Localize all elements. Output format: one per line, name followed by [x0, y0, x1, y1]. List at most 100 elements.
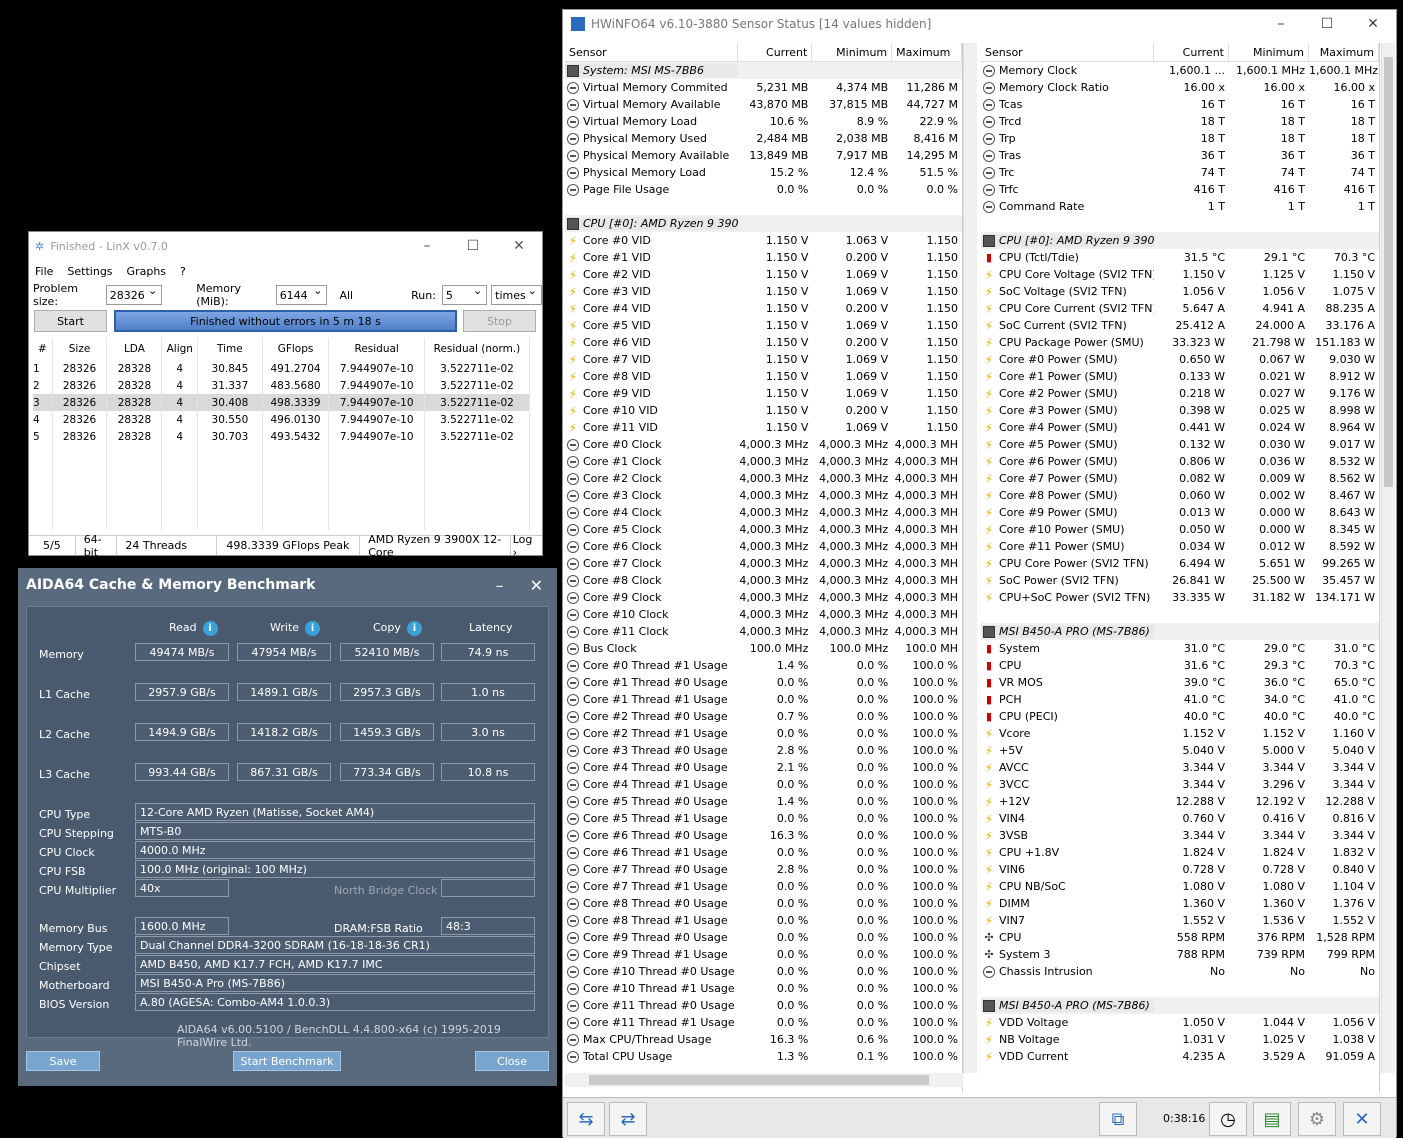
maximize-icon[interactable]: ☐ — [450, 238, 496, 254]
sensor-row[interactable]: ⚡ Core #6 VID 1.150 V 0.200 V 1.150 — [565, 334, 962, 351]
sensor-row[interactable]: Core #1 Thread #1 Usage 0.0 % 0.0 % 100.0 % — [565, 691, 962, 708]
sensor-row[interactable]: Core #10 Clock 4,000.3 MHz 4,000.3 MHz 4,00… — [565, 606, 962, 623]
sensor-row[interactable]: ⚡ CPU Core Power (SVI2 TFN) 6.494 W 5.651 W… — [981, 555, 1379, 572]
sensor-row[interactable]: ⚡ +5V 5.040 V 5.000 V 5.040 V — [981, 742, 1379, 759]
col-maximum[interactable]: Maximum — [1309, 43, 1379, 61]
sensor-row[interactable]: ⚡ Core #4 Power (SMU) 0.441 W 0.024 W 8.964 … — [981, 419, 1379, 436]
sensor-row[interactable]: ⚡ CPU NB/SoC 1.080 V 1.080 V 1.104 V — [981, 878, 1379, 895]
menu-help[interactable]: ? — [180, 265, 186, 278]
sensor-row[interactable]: Core #0 Thread #1 Usage 1.4 % 0.0 % 100.0 % — [565, 657, 962, 674]
sensor-row[interactable]: ⚡ NB Voltage 1.031 V 1.025 V 1.038 V — [981, 1031, 1379, 1048]
sensor-row[interactable]: ⚡ CPU Package Power (SMU) 33.323 W 21.798 W… — [981, 334, 1379, 351]
log-button[interactable]: Log › — [511, 533, 542, 559]
nav-left-right-icon[interactable]: ⇆ — [567, 1102, 605, 1136]
sensor-row[interactable]: ⚡ Core #5 Power (SMU) 0.132 W 0.030 W 9.017 … — [981, 436, 1379, 453]
col-maximum[interactable]: Maximum — [892, 43, 962, 61]
sensor-row[interactable]: ⚡ Core #0 Power (SMU) 0.650 W 0.067 W 9.030 … — [981, 351, 1379, 368]
sensor-row[interactable]: ⚡ Core #10 VID 1.150 V 0.200 V 1.150 — [565, 402, 962, 419]
sensor-row[interactable]: Core #11 Thread #0 Usage 0.0 % 0.0 % 100.0 … — [565, 997, 962, 1014]
sensor-row[interactable]: Virtual Memory Commited 5,231 MB 4,374 MB 1… — [565, 79, 962, 96]
sensor-row[interactable]: Core #7 Thread #1 Usage 0.0 % 0.0 % 100.0 % — [565, 878, 962, 895]
table-row[interactable]: 1 28326 28328 4 30.845 491.2704 7.944907e-10 3.… — [33, 360, 531, 377]
sensor-row[interactable]: Core #3 Thread #0 Usage 2.8 % 0.0 % 100.0 % — [565, 742, 962, 759]
close-x-icon[interactable]: ✕ — [1343, 1102, 1381, 1136]
sensor-row[interactable]: ⚡ Core #9 VID 1.150 V 1.069 V 1.150 — [565, 385, 962, 402]
col-sensor[interactable]: Sensor — [981, 43, 1154, 61]
sensor-row[interactable]: ⚡ SoC Power (SVI2 TFN) 26.841 W 25.500 W 35.… — [981, 572, 1379, 589]
col-current[interactable]: Current — [1154, 43, 1229, 61]
save-button[interactable]: Save — [26, 1051, 100, 1071]
col-header[interactable]: Align — [161, 338, 199, 360]
scrollbar-right[interactable] — [1381, 43, 1395, 1073]
sensor-row[interactable]: ⚡ Core #3 VID 1.150 V 1.069 V 1.150 — [565, 283, 962, 300]
start-button[interactable]: Start — [34, 310, 107, 332]
sensor-row[interactable]: Physical Memory Load 15.2 % 12.4 % 51.5 % — [565, 164, 962, 181]
sensor-row[interactable]: ⚡ VDD Current 4.235 A 3.529 A 91.059 A — [981, 1048, 1379, 1065]
sensor-row[interactable]: Core #11 Thread #1 Usage 0.0 % 0.0 % 100.0 … — [565, 1014, 962, 1031]
sensor-row[interactable]: Physical Memory Used 2,484 MB 2,038 MB 8,41… — [565, 130, 962, 147]
sensor-row[interactable]: ⚡ 3VSB 3.344 V 3.344 V 3.344 V — [981, 827, 1379, 844]
table-row[interactable]: 5 28326 28328 4 30.703 493.5432 7.944907e-10 3.… — [33, 428, 531, 445]
minimize-icon[interactable]: – — [404, 238, 450, 254]
sensor-row[interactable]: ⚡ Core #10 Power (SMU) 0.050 W 0.000 W 8.345… — [981, 521, 1379, 538]
table-row[interactable]: 2 28326 28328 4 31.337 483.5680 7.944907e-10 3.… — [33, 377, 531, 394]
sensor-row[interactable]: Bus Clock 100.0 MHz 100.0 MHz 100.0 MH — [565, 640, 962, 657]
sensor-row[interactable]: Chassis Intrusion No No No — [981, 963, 1379, 980]
sensor-row[interactable]: ⚡ VIN4 0.760 V 0.416 V 0.816 V — [981, 810, 1379, 827]
sensor-row[interactable]: ⚡ AVCC 3.344 V 3.344 V 3.344 V — [981, 759, 1379, 776]
sensor-row[interactable]: ▮ System 31.0 °C 29.0 °C 31.0 °C — [981, 640, 1379, 657]
sensor-row[interactable]: ⚡ SoC Current (SVI2 TFN) 25.412 A 24.000 A 3… — [981, 317, 1379, 334]
sensor-row[interactable]: Core #6 Thread #0 Usage 16.3 % 0.0 % 100.0 … — [565, 827, 962, 844]
sensor-row[interactable]: Core #7 Clock 4,000.3 MHz 4,000.3 MHz 4,000… — [565, 555, 962, 572]
scrollbar-left[interactable] — [963, 43, 977, 1073]
col-minimum[interactable]: Minimum — [812, 43, 893, 61]
close-icon[interactable]: ✕ — [530, 576, 543, 595]
sensor-row[interactable]: Core #2 Thread #1 Usage 0.0 % 0.0 % 100.0 % — [565, 725, 962, 742]
menu-graphs[interactable]: Graphs — [127, 265, 166, 278]
sensor-row[interactable]: ▮ CPU 31.6 °C 29.3 °C 70.3 °C — [981, 657, 1379, 674]
sensor-row[interactable]: Core #7 Thread #0 Usage 2.8 % 0.0 % 100.0 % — [565, 861, 962, 878]
sensor-group[interactable]: MSI B450-A PRO (MS-7B86) ... — [981, 997, 1379, 1014]
col-minimum[interactable]: Minimum — [1229, 43, 1309, 61]
sensor-row[interactable]: Core #4 Thread #0 Usage 2.1 % 0.0 % 100.0 % — [565, 759, 962, 776]
sensor-row[interactable]: Core #11 Clock 4,000.3 MHz 4,000.3 MHz 4,00… — [565, 623, 962, 640]
sensor-row[interactable]: Virtual Memory Available 43,870 MB 37,815 … — [565, 96, 962, 113]
sensor-row[interactable]: ⚡ Core #4 VID 1.150 V 0.200 V 1.150 — [565, 300, 962, 317]
sensor-row[interactable]: ✣ CPU 558 RPM 376 RPM 1,528 RPM — [981, 929, 1379, 946]
sensor-row[interactable]: Max CPU/Thread Usage 16.3 % 0.6 % 100.0 % — [565, 1031, 962, 1048]
sensor-row[interactable]: Core #10 Thread #0 Usage 0.0 % 0.0 % 100.0 … — [565, 963, 962, 980]
maximize-icon[interactable]: ☐ — [1304, 16, 1350, 32]
sensor-row[interactable]: ⚡ Core #5 VID 1.150 V 1.069 V 1.150 — [565, 317, 962, 334]
sensor-row[interactable]: ⚡ Core #2 VID 1.150 V 1.069 V 1.150 — [565, 266, 962, 283]
sensor-row[interactable]: Core #9 Thread #1 Usage 0.0 % 0.0 % 100.0 % — [565, 946, 962, 963]
sensor-row[interactable]: Page File Usage 0.0 % 0.0 % 0.0 % — [565, 181, 962, 198]
sensor-row[interactable]: Trcd 18 T 18 T 18 T — [981, 113, 1379, 130]
sensor-pane-left[interactable]: Sensor Current Minimum Maximum System: M… — [565, 43, 963, 1093]
sensor-row[interactable]: Core #4 Clock 4,000.3 MHz 4,000.3 MHz 4,000… — [565, 504, 962, 521]
sensor-group[interactable]: CPU [#0]: AMD Ryzen 9 390... — [981, 232, 1379, 249]
sensor-row[interactable]: ⚡ Core #7 Power (SMU) 0.082 W 0.009 W 8.562 … — [981, 470, 1379, 487]
sensor-row[interactable]: ⚡ Core #0 VID 1.150 V 1.063 V 1.150 — [565, 232, 962, 249]
nav-right-left-icon[interactable]: ⇄ — [609, 1102, 647, 1136]
sensor-group[interactable]: CPU [#0]: AMD Ryzen 9 3900X — [565, 215, 962, 232]
network-icon[interactable]: ⧉ — [1099, 1102, 1137, 1136]
menu-file[interactable]: File — [35, 265, 53, 278]
minimize-icon[interactable]: – — [496, 576, 504, 595]
sensor-row[interactable]: Core #9 Thread #0 Usage 0.0 % 0.0 % 100.0 % — [565, 929, 962, 946]
sensor-group[interactable]: System: MSI MS-7BB6 — [565, 62, 962, 79]
sensor-row[interactable]: ⚡ Core #11 VID 1.150 V 1.069 V 1.150 — [565, 419, 962, 436]
sensor-row[interactable]: ⚡ Core #8 VID 1.150 V 1.069 V 1.150 — [565, 368, 962, 385]
sensor-row[interactable]: ▮ VR MOS 39.0 °C 36.0 °C 65.0 °C — [981, 674, 1379, 691]
sensor-row[interactable]: ⚡ 3VCC 3.344 V 3.296 V 3.344 V — [981, 776, 1379, 793]
sensor-row[interactable]: Core #0 Clock 4,000.3 MHz 4,000.3 MHz 4,000… — [565, 436, 962, 453]
sensor-row[interactable]: Memory Clock 1,600.1 ... 1,600.1 MHz 1,600.… — [981, 62, 1379, 79]
sensor-row[interactable]: ▮ CPU (Tctl/Tdie) 31.5 °C 29.1 °C 70.3 °C — [981, 249, 1379, 266]
close-icon[interactable]: ✕ — [496, 238, 542, 254]
sensor-row[interactable]: Core #10 Thread #1 Usage 0.0 % 0.0 % 100.0 … — [565, 980, 962, 997]
sensor-row[interactable]: Core #1 Clock 4,000.3 MHz 4,000.3 MHz 4,000… — [565, 453, 962, 470]
sensor-row[interactable]: Trc 74 T 74 T 74 T — [981, 164, 1379, 181]
sensor-row[interactable]: Core #5 Clock 4,000.3 MHz 4,000.3 MHz 4,000… — [565, 521, 962, 538]
table-row[interactable]: 3 28326 28328 4 30.408 498.3339 7.944907e-10 3.… — [33, 394, 531, 411]
sensor-row[interactable]: ⚡ CPU Core Current (SVI2 TFN) 5.647 A 4.941… — [981, 300, 1379, 317]
stop-button[interactable]: Stop — [463, 310, 536, 332]
